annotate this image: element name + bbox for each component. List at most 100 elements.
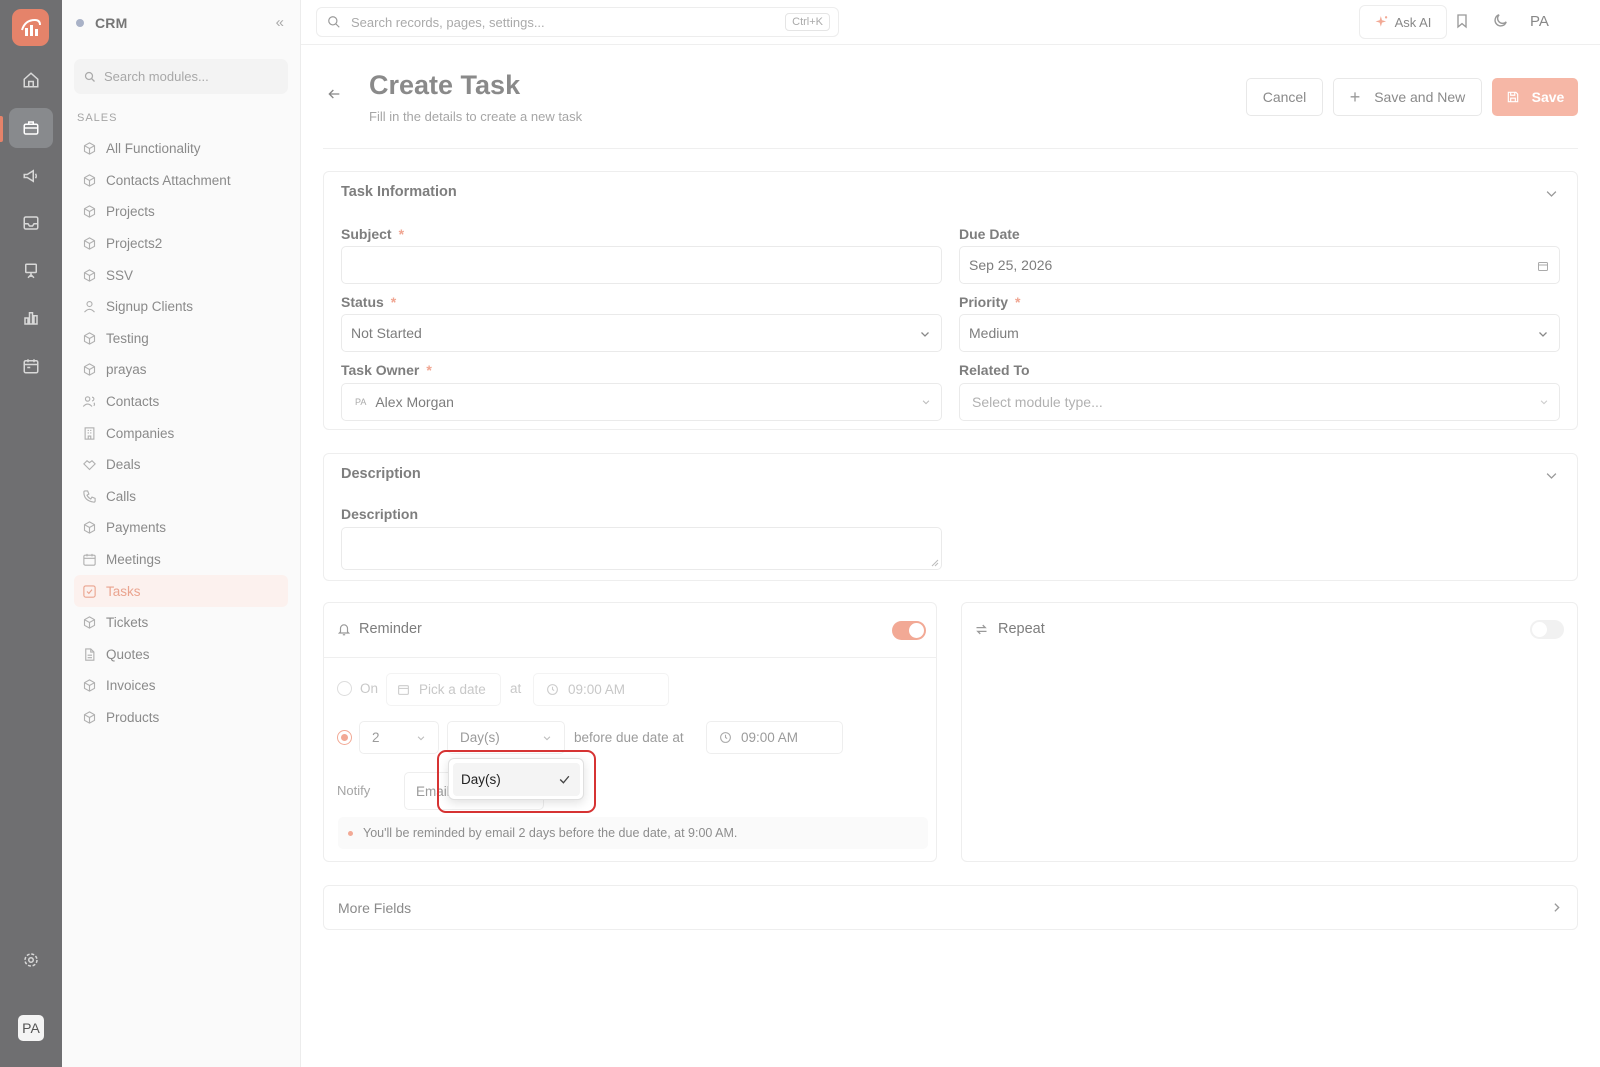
ask-ai-button[interactable]: Ask AI bbox=[1359, 5, 1447, 39]
before-time-input[interactable]: 09:00 AM bbox=[706, 721, 843, 754]
sidebar-item-projects[interactable]: Projects bbox=[74, 196, 288, 228]
task-owner-select[interactable]: PA Alex Morgan bbox=[341, 383, 942, 421]
hint-bullet bbox=[348, 830, 353, 836]
reminder-amount-select[interactable]: 2 bbox=[359, 721, 439, 754]
user-initials-button[interactable]: PA bbox=[1530, 13, 1549, 30]
repeat-toggle[interactable] bbox=[1530, 620, 1564, 639]
sidebar-item-calls[interactable]: Calls bbox=[74, 481, 288, 513]
chevron-down-icon[interactable] bbox=[1544, 468, 1559, 483]
sidebar-item-label: Deals bbox=[106, 457, 141, 473]
megaphone-icon[interactable] bbox=[9, 156, 53, 196]
sparkle-icon bbox=[1375, 16, 1387, 27]
sidebar-item-label: All Functionality bbox=[106, 141, 201, 157]
bar-chart-icon[interactable] bbox=[9, 298, 53, 338]
app-logo-icon[interactable] bbox=[12, 9, 49, 46]
calendar-icon bbox=[83, 553, 96, 566]
cube-icon bbox=[83, 616, 96, 629]
sidebar-item-quotes[interactable]: Quotes bbox=[74, 639, 288, 671]
module-search-input[interactable]: Search modules... bbox=[74, 59, 288, 94]
collapse-sidebar-icon[interactable]: « bbox=[276, 14, 284, 31]
user-avatar[interactable]: PA bbox=[18, 1015, 44, 1041]
chevron-down-icon bbox=[1537, 328, 1549, 340]
sidebar-item-label: Payments bbox=[106, 520, 167, 536]
task-owner-label: Task Owner * bbox=[341, 362, 432, 378]
search-icon bbox=[328, 16, 340, 28]
reminder-on-radio[interactable] bbox=[337, 681, 352, 696]
reminder-toggle[interactable] bbox=[892, 621, 926, 640]
chevron-down-icon bbox=[1539, 397, 1549, 407]
home-icon[interactable] bbox=[9, 60, 53, 100]
back-arrow-icon[interactable] bbox=[326, 86, 342, 102]
subject-label: Subject * bbox=[341, 226, 405, 242]
dark-mode-moon-icon[interactable] bbox=[1492, 12, 1509, 29]
subject-input[interactable] bbox=[341, 246, 942, 284]
save-and-new-button[interactable]: + Save and New bbox=[1333, 78, 1482, 116]
priority-label: Priority * bbox=[959, 294, 1021, 310]
sidebar-item-tasks[interactable]: Tasks bbox=[74, 575, 288, 607]
toggle-knob bbox=[1532, 622, 1547, 637]
sidebar-item-label: Calls bbox=[106, 488, 137, 504]
presentation-icon[interactable] bbox=[9, 251, 53, 291]
status-select[interactable]: Not Started bbox=[341, 314, 942, 352]
save-button[interactable]: Save bbox=[1492, 78, 1578, 116]
sidebar-header: CRM « bbox=[76, 14, 288, 32]
sidebar-item-tickets[interactable]: Tickets bbox=[74, 607, 288, 639]
bell-icon bbox=[337, 622, 351, 637]
sidebar-item-label: Signup Clients bbox=[106, 299, 194, 315]
chevron-down-icon[interactable] bbox=[1544, 186, 1559, 201]
sidebar-item-prayas[interactable]: prayas bbox=[74, 354, 288, 386]
inbox-icon[interactable] bbox=[9, 203, 53, 243]
sidebar-item-label: Contacts Attachment bbox=[106, 172, 231, 188]
sidebar-item-meetings[interactable]: Meetings bbox=[74, 544, 288, 576]
page-subtitle: Fill in the details to create a new task bbox=[369, 109, 583, 124]
sidebar-item-testing[interactable]: Testing bbox=[74, 323, 288, 355]
more-fields-card[interactable]: More Fields bbox=[323, 885, 1578, 930]
sidebar-item-payments[interactable]: Payments bbox=[74, 512, 288, 544]
sidebar-item-all-functionality[interactable]: All Functionality bbox=[74, 133, 288, 165]
handshake-icon bbox=[83, 460, 96, 471]
user-icon bbox=[84, 301, 95, 313]
reminder-before-radio[interactable] bbox=[337, 730, 352, 745]
cube-icon bbox=[83, 332, 96, 345]
save-and-new-label: Save and New bbox=[1374, 89, 1466, 105]
building-icon bbox=[84, 426, 95, 440]
briefcase-icon[interactable] bbox=[9, 108, 53, 148]
description-textarea[interactable] bbox=[341, 527, 942, 570]
priority-select[interactable]: Medium bbox=[959, 314, 1560, 352]
pick-date-input[interactable]: Pick a date bbox=[386, 673, 501, 706]
sidebar-item-products[interactable]: Products bbox=[74, 702, 288, 734]
task-information-title: Task Information bbox=[341, 184, 457, 200]
status-label: Status * bbox=[341, 294, 397, 310]
reminder-header: Reminder bbox=[323, 602, 937, 658]
sidebar-item-label: Tasks bbox=[106, 583, 141, 599]
sidebar-item-signup-clients[interactable]: Signup Clients bbox=[74, 291, 288, 323]
due-date-input[interactable]: Sep 25, 2026 bbox=[959, 246, 1560, 284]
cancel-button[interactable]: Cancel bbox=[1246, 78, 1323, 116]
sidebar-item-companies[interactable]: Companies bbox=[74, 417, 288, 449]
calendar-icon[interactable] bbox=[9, 346, 53, 386]
related-to-placeholder: Select module type... bbox=[972, 394, 1103, 410]
global-search-input[interactable]: Search records, pages, settings... Ctrl+… bbox=[316, 7, 839, 37]
sidebar-item-ssv[interactable]: SSV bbox=[74, 259, 288, 291]
reminder-hint-text: You'll be reminded by email 2 days befor… bbox=[363, 826, 738, 840]
cube-icon bbox=[83, 679, 96, 693]
bookmark-icon[interactable] bbox=[1454, 12, 1470, 30]
settings-gear-icon[interactable] bbox=[9, 940, 53, 980]
reminder-unit-value: Day(s) bbox=[460, 730, 500, 745]
sidebar-item-contacts[interactable]: Contacts bbox=[74, 386, 288, 418]
related-to-select[interactable]: Select module type... bbox=[959, 383, 1560, 421]
page-title: Create Task bbox=[369, 70, 521, 100]
sidebar-item-invoices[interactable]: Invoices bbox=[74, 670, 288, 702]
sidebar-item-contacts-attachment[interactable]: Contacts Attachment bbox=[74, 165, 288, 197]
module-search-placeholder: Search modules... bbox=[104, 69, 209, 84]
sidebar-section-label: SALES bbox=[77, 112, 118, 124]
reminder-amount-value: 2 bbox=[372, 730, 380, 745]
on-time-value: 09:00 AM bbox=[568, 682, 626, 697]
clock-icon bbox=[720, 732, 731, 743]
on-time-input[interactable]: 09:00 AM bbox=[533, 673, 669, 706]
sidebar-item-deals[interactable]: Deals bbox=[74, 449, 288, 481]
sidebar-item-projects2[interactable]: Projects2 bbox=[74, 228, 288, 260]
plus-icon: + bbox=[1349, 86, 1361, 107]
checkbox-icon bbox=[83, 584, 96, 598]
rail-active-marker bbox=[0, 116, 3, 142]
